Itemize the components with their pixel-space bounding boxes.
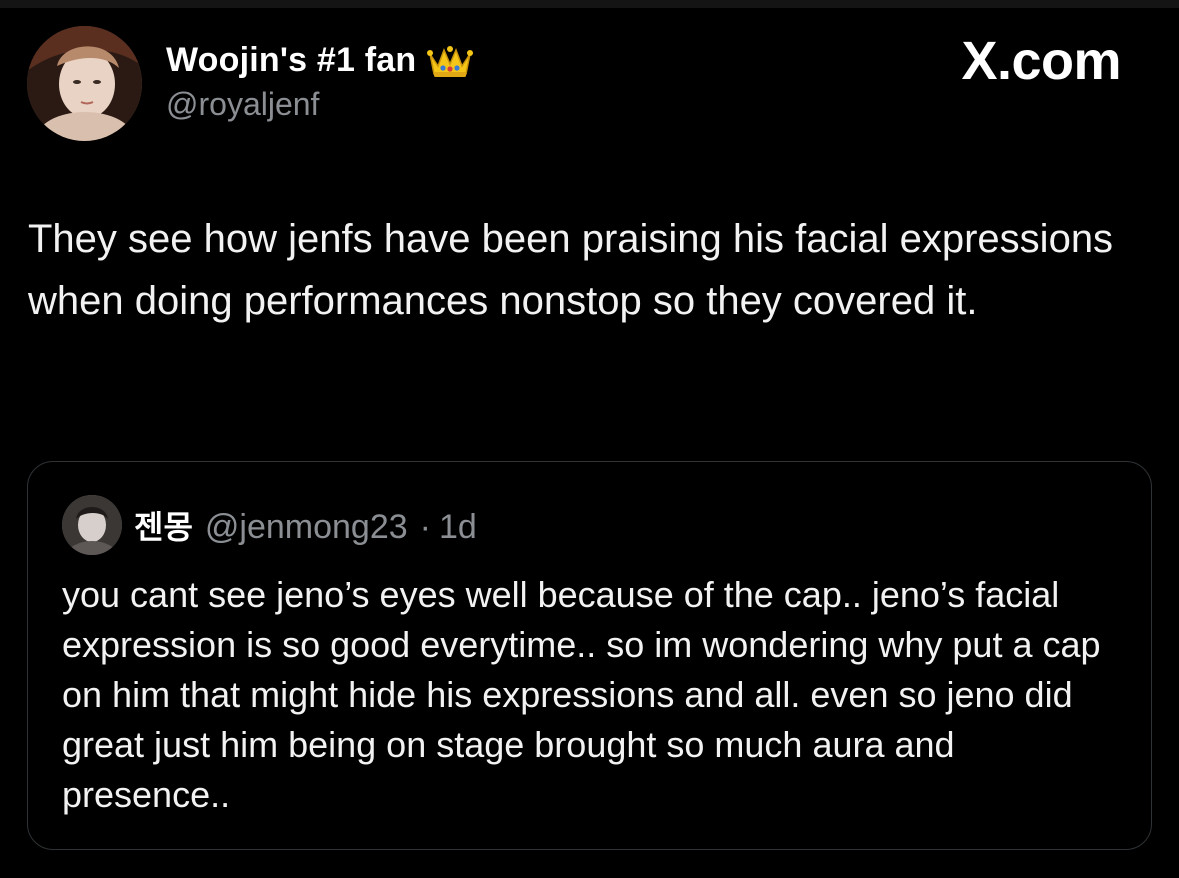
author-name-row: Woojin's #1 fan bbox=[166, 38, 474, 82]
quoted-tweet-time[interactable]: 1d bbox=[439, 508, 477, 547]
quoted-tweet-card[interactable]: 젠몽 @jenmong23 · 1d you cant see jeno’s e… bbox=[27, 461, 1152, 850]
author-name[interactable]: Woojin's #1 fan bbox=[166, 41, 416, 80]
author-handle[interactable]: @royaljenf bbox=[166, 86, 319, 123]
quoted-author-avatar-image bbox=[62, 495, 122, 555]
author-avatar-image bbox=[27, 26, 142, 141]
brand-watermark: X.com bbox=[961, 31, 1121, 91]
quoted-tweet-text: you cant see jeno’s eyes well because of… bbox=[62, 574, 1101, 815]
quoted-tweet-header: 젠몽 @jenmong23 · 1d bbox=[134, 502, 477, 546]
tweet-card[interactable]: Woojin's #1 fan @royaljenf X.com They se… bbox=[0, 0, 1179, 878]
quoted-author-name[interactable]: 젠몽 bbox=[134, 502, 193, 548]
quoted-author-handle[interactable]: @jenmong23 bbox=[205, 508, 408, 547]
tweet-text: They see how jenfs have been praising hi… bbox=[28, 217, 1114, 323]
author-avatar[interactable] bbox=[27, 26, 142, 141]
crown-icon bbox=[426, 40, 474, 80]
separator-dot: · bbox=[419, 508, 431, 546]
quoted-author-avatar[interactable] bbox=[62, 495, 122, 555]
